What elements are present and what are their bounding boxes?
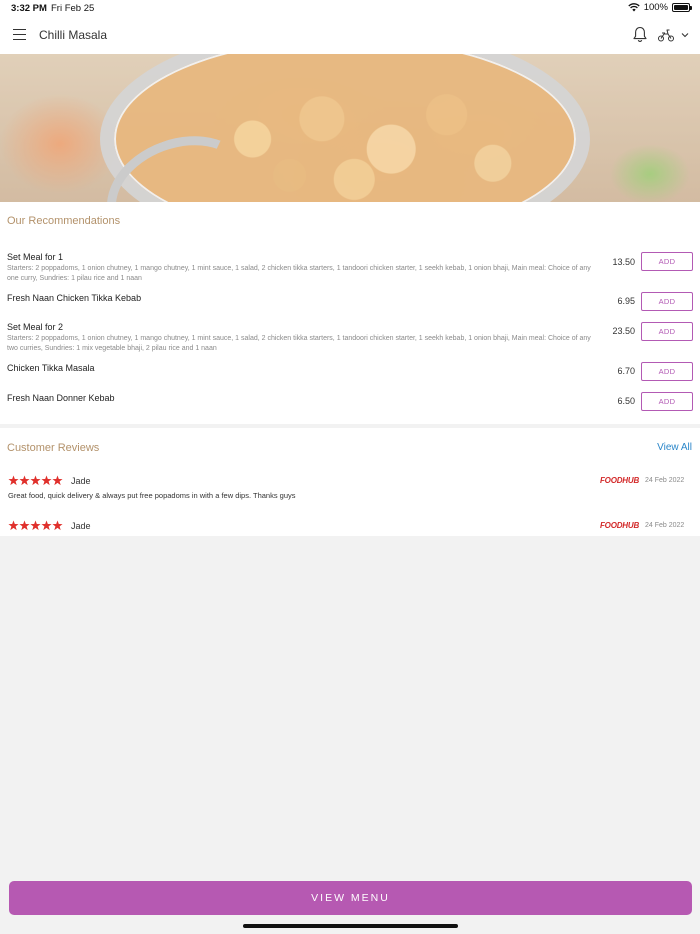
star-icon	[30, 520, 41, 531]
reviewer-name: Jade	[71, 476, 91, 486]
recommendations-section: Our Recommendations Set Meal for 1 Start…	[0, 202, 700, 424]
foodhub-logo: FOODHUB	[600, 476, 640, 485]
item-name: Fresh Naan Donner Kebab	[7, 393, 115, 403]
star-icon	[19, 520, 30, 531]
star-icon	[41, 475, 52, 486]
scooter-icon[interactable]	[657, 28, 675, 42]
star-icon	[52, 520, 63, 531]
battery-icon	[672, 3, 692, 12]
star-icon	[41, 520, 52, 531]
view-all-link[interactable]: View All	[657, 442, 692, 453]
item-price: 23.50	[612, 326, 635, 336]
status-date: Fri Feb 25	[51, 3, 95, 14]
star-icon	[8, 520, 19, 531]
star-icon	[30, 475, 41, 486]
app-header: Chilli Masala	[0, 16, 700, 54]
add-button[interactable]: ADD	[641, 392, 693, 411]
item-description: Starters: 2 poppadoms, 1 onion chutney, …	[7, 335, 591, 352]
item-price: 6.70	[617, 366, 635, 376]
battery-percent: 100%	[643, 2, 668, 13]
star-icon	[8, 475, 19, 486]
status-time: 3:32 PM	[11, 3, 47, 14]
chevron-down-icon[interactable]	[681, 32, 689, 38]
view-menu-button[interactable]: VIEW MENU	[9, 881, 692, 915]
star-rating	[8, 475, 63, 486]
item-price: 6.95	[617, 296, 635, 306]
item-price: 6.50	[617, 396, 635, 406]
star-icon	[19, 475, 30, 486]
item-price: 13.50	[612, 257, 635, 267]
review-date: 24 Feb 2022	[645, 522, 685, 529]
home-indicator[interactable]	[243, 924, 458, 928]
wifi-icon	[628, 3, 640, 12]
bell-icon[interactable]	[632, 26, 648, 43]
hero-food-image	[0, 54, 700, 202]
foodhub-logo: FOODHUB	[600, 521, 640, 530]
restaurant-title: Chilli Masala	[39, 28, 108, 42]
review-date: 24 Feb 2022	[645, 477, 685, 484]
review-item: Jade FOODHUB 24 Feb 2022	[0, 520, 700, 550]
add-button[interactable]: ADD	[641, 292, 693, 311]
item-name: Set Meal for 2	[7, 322, 64, 332]
status-bar: 3:32 PM Fri Feb 25 100%	[0, 0, 700, 16]
item-description: Starters: 2 poppadoms, 1 onion chutney, …	[7, 265, 591, 282]
review-text: Great food, quick delivery & always put …	[8, 491, 296, 500]
recommendations-title: Our Recommendations	[7, 215, 121, 227]
menu-icon[interactable]	[13, 29, 26, 40]
add-button[interactable]: ADD	[641, 252, 693, 271]
add-button[interactable]: ADD	[641, 362, 693, 381]
add-button[interactable]: ADD	[641, 322, 693, 341]
status-right: 100%	[628, 2, 692, 13]
review-item: Jade FOODHUB 24 Feb 2022 Great food, qui…	[0, 475, 700, 505]
star-icon	[52, 475, 63, 486]
reviews-title: Customer Reviews	[7, 442, 100, 454]
item-name: Chicken Tikka Masala	[7, 363, 95, 373]
reviewer-name: Jade	[71, 521, 91, 531]
customer-reviews-section: Customer Reviews View All Jade FOODHUB 2…	[0, 428, 700, 536]
item-name: Set Meal for 1	[7, 252, 64, 262]
star-rating	[8, 520, 63, 531]
item-name: Fresh Naan Chicken Tikka Kebab	[7, 293, 142, 303]
